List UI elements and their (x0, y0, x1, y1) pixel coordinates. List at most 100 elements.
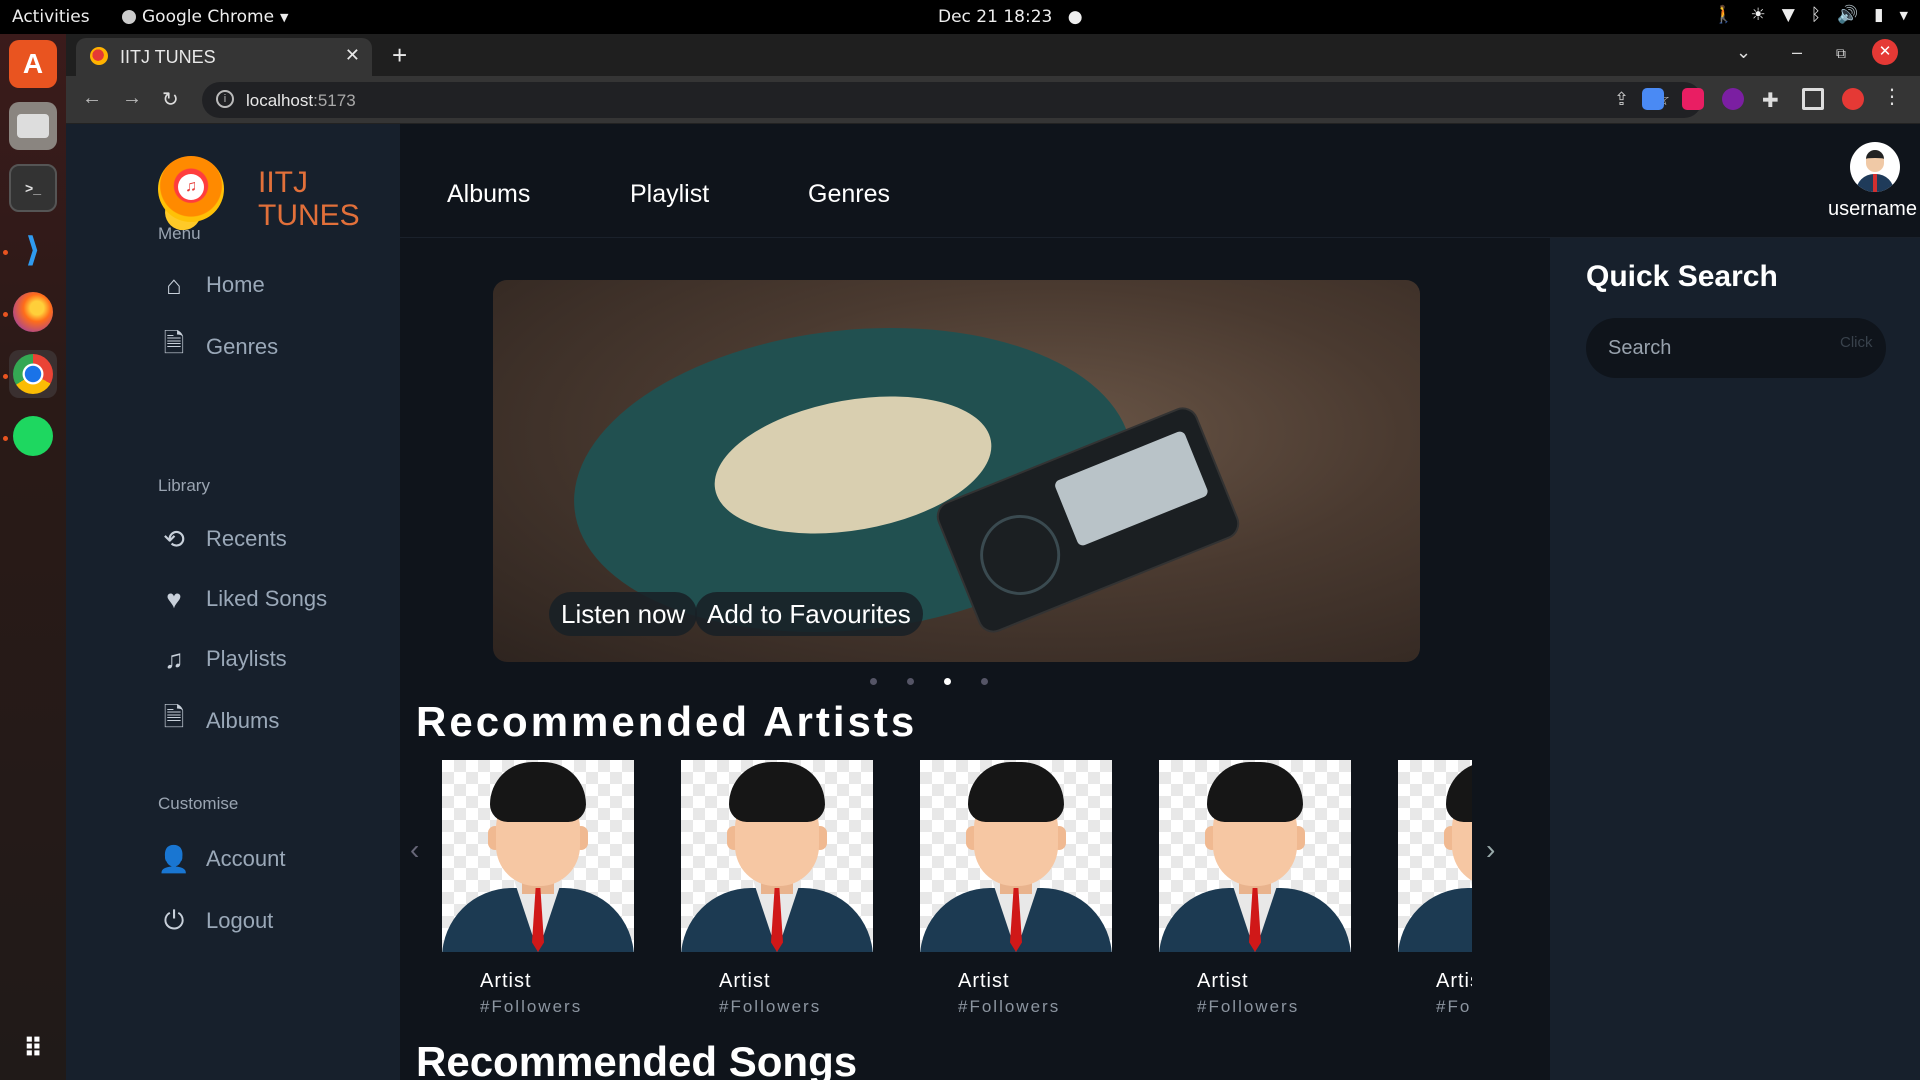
system-tray[interactable]: 🚶 ☀ ▼ ᛒ 🔊 ▮ ▼ (1713, 5, 1908, 25)
extension-red-icon[interactable] (1682, 88, 1704, 110)
back-icon[interactable]: ← (82, 87, 102, 110)
clock[interactable]: Dec 21 18:23 ● (938, 7, 1083, 27)
artist-card[interactable]: Artist #Followers (920, 760, 1112, 1017)
carousel-dot[interactable] (981, 678, 988, 685)
carousel-dot[interactable] (870, 678, 877, 685)
add-to-favourites-button[interactable]: Add to Favourites (695, 592, 923, 636)
show-apps-icon[interactable]: ⠿ (9, 1024, 57, 1072)
sidebar-item-recents[interactable]: ⟲ Recents (154, 522, 374, 556)
clock-text: Dec 21 18:23 (938, 7, 1053, 27)
dock: A >_ ⟩ ⠿ (0, 34, 66, 1080)
volume-icon[interactable]: 🔊 (1837, 5, 1858, 25)
tab-favicon-icon (90, 47, 108, 65)
artist-card[interactable]: Artist #Followers (681, 760, 873, 1017)
sidebar-item-home[interactable]: ⌂ Home (154, 268, 374, 302)
chrome-toolbar: ← → ↻ i localhost:5173 ⇪ ☆ ✚ ⋮ (66, 76, 1920, 124)
software-center-icon[interactable]: A (9, 40, 57, 88)
chrome-menu-icon[interactable]: ⋮ (1882, 84, 1904, 108)
carousel-dot[interactable] (944, 678, 951, 685)
restore-icon[interactable]: ⧉ (1836, 45, 1846, 62)
sidebar-item-logout[interactable]: ⏻ Logout (154, 904, 374, 938)
artist-avatar-image (920, 760, 1112, 952)
artist-followers: #Followers (1436, 997, 1472, 1016)
share-icon[interactable]: ⇪ (1614, 89, 1629, 110)
recommended-songs-title: Recommended Songs (416, 1038, 858, 1080)
spotify-icon[interactable] (9, 412, 57, 460)
artist-avatar-image (1398, 760, 1472, 952)
sidebar-item-genres[interactable]: 🗎 Genres (154, 328, 374, 364)
carousel-next-icon[interactable]: › (1486, 834, 1495, 866)
sidebar-item-albums[interactable]: 🗎 Albums (154, 702, 374, 738)
top-nav-bar: Albums Playlist Genres username (400, 124, 1920, 238)
chevron-down-icon: ▼ (280, 10, 289, 24)
sidebar-item-label: Playlists (206, 646, 287, 671)
profile-icon[interactable] (1842, 88, 1864, 110)
heart-icon: ♥ (166, 583, 182, 614)
activities-button[interactable]: Activities (12, 7, 90, 27)
brand-line-2: TUNES (258, 199, 360, 232)
menu-section-title: Menu (158, 224, 201, 243)
chrome-tab-strip: IITJ TUNES ✕ + ⌄ – ⧉ ✕ (66, 34, 1920, 76)
accessibility-icon[interactable]: 🚶 (1713, 5, 1734, 25)
artist-avatar-image (442, 760, 634, 952)
artist-card[interactable]: Artist #Followers (442, 760, 634, 1017)
nav-albums-link[interactable]: Albums (447, 180, 530, 209)
url-port: :5173 (313, 91, 356, 110)
app-menu[interactable]: Google Chrome ▼ (122, 7, 289, 27)
files-icon[interactable] (9, 102, 57, 150)
running-indicator (3, 374, 8, 379)
artist-name: Artist (1197, 970, 1249, 992)
nav-genres-link[interactable]: Genres (808, 180, 890, 209)
username-label[interactable]: username (1828, 198, 1917, 221)
sidebar-item-label: Albums (206, 708, 280, 733)
artist-card[interactable]: Artist #Followers (1159, 760, 1351, 1017)
battery-icon[interactable]: ▮ (1874, 5, 1883, 25)
music-note-icon: ♫ (164, 643, 184, 674)
vscode-icon[interactable]: ⟩ (9, 226, 57, 274)
site-info-icon[interactable]: i (216, 90, 234, 108)
close-tab-icon[interactable]: ✕ (345, 45, 360, 66)
chrome-icon[interactable] (9, 350, 57, 398)
reload-icon[interactable]: ↻ (162, 87, 179, 112)
carousel-dot[interactable] (907, 678, 914, 685)
forward-icon[interactable]: → (122, 87, 142, 110)
power-icon: ⏻ (163, 905, 185, 935)
browser-tab[interactable]: IITJ TUNES ✕ (76, 38, 372, 76)
extensions-puzzle-icon[interactable]: ✚ (1762, 88, 1784, 112)
side-panel-icon[interactable] (1802, 88, 1824, 110)
main-content: Listen now Add to Favourites Recommended… (400, 238, 1550, 1080)
avatar[interactable] (1850, 142, 1900, 192)
firefox-icon[interactable] (9, 288, 57, 336)
sidebar-item-account[interactable]: 👤 Account (154, 842, 374, 876)
new-tab-icon[interactable]: + (392, 40, 407, 71)
close-window-icon[interactable]: ✕ (1872, 39, 1898, 65)
artist-followers: #Followers (958, 997, 1061, 1016)
carousel-prev-icon[interactable]: ‹ (410, 834, 419, 866)
artist-name: Artist (1436, 970, 1472, 992)
brightness-icon[interactable]: ☀ (1750, 5, 1765, 25)
chevron-down-icon[interactable]: ▼ (1900, 9, 1908, 22)
search-click-button[interactable]: Click (1840, 334, 1873, 351)
carousel-indicators (870, 678, 988, 685)
os-top-bar: Activities Google Chrome ▼ Dec 21 18:23 … (0, 0, 1920, 34)
translate-extension-icon[interactable] (1642, 88, 1664, 110)
minimize-icon[interactable]: – (1792, 42, 1802, 63)
bluetooth-icon[interactable]: ᛒ (1811, 5, 1821, 25)
address-bar[interactable]: i localhost:5173 ⇪ ☆ (202, 82, 1702, 118)
terminal-icon[interactable]: >_ (9, 164, 57, 212)
extension-purple-icon[interactable] (1722, 88, 1744, 110)
artist-name: Artist (719, 970, 771, 992)
listen-now-button[interactable]: Listen now (549, 592, 698, 636)
wifi-icon[interactable]: ▼ (1782, 5, 1795, 25)
hero-carousel-slide[interactable]: Listen now Add to Favourites (493, 280, 1420, 662)
recommended-artists-title: Recommended Artists (416, 698, 918, 745)
nav-playlist-link[interactable]: Playlist (630, 180, 709, 209)
sidebar-item-label: Account (206, 846, 286, 871)
artist-card[interactable]: Artist #Followers (1398, 760, 1472, 1017)
sidebar-item-label: Liked Songs (206, 586, 328, 611)
sidebar-item-liked-songs[interactable]: ♥ Liked Songs (154, 582, 374, 616)
tab-search-icon[interactable]: ⌄ (1736, 42, 1751, 63)
artist-name: Artist (958, 970, 1010, 992)
sidebar-item-label: Home (206, 272, 265, 297)
sidebar-item-playlists[interactable]: ♫ Playlists (154, 642, 374, 676)
